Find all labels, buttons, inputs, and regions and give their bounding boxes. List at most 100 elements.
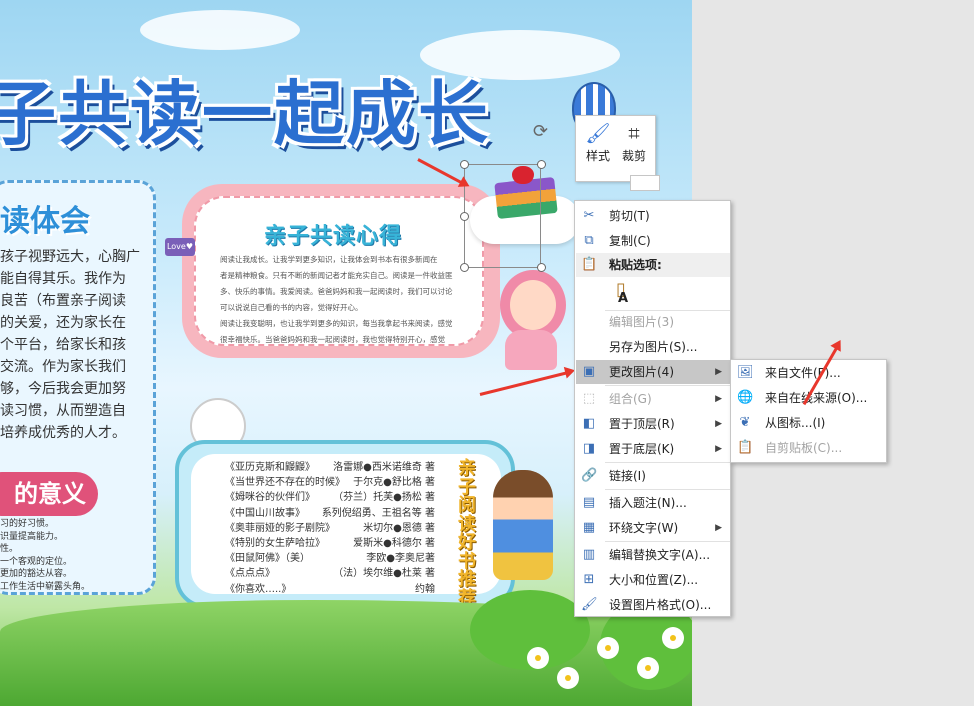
style-button[interactable]: 🖌 样式: [580, 120, 616, 178]
text-line: 者是精神粮食。只有不断的新闻记者才能充实自己。阅读是一件收益匪: [220, 271, 453, 280]
wrap-text-icon: ▦: [582, 520, 596, 535]
menu-item-insert-caption[interactable]: ▤ 插入题注(N)...: [576, 491, 730, 515]
text-only-icon: A: [618, 291, 629, 306]
submenu-arrow-icon: ▶: [715, 444, 722, 454]
submenu-item-from-icons[interactable]: ❦ 从图标...(I): [732, 411, 886, 435]
menu-item-size-position[interactable]: ⊞ 大小和位置(Z)...: [576, 568, 730, 592]
menu-item-label: 来自在线来源(O)...: [765, 391, 868, 405]
menu-item-wrap-text[interactable]: ▦ 环绕文字(W) ▶: [576, 516, 730, 540]
flower: [560, 670, 576, 686]
paste-keep-text-only-button[interactable]: ▯ A: [607, 279, 635, 309]
rotate-handle-icon[interactable]: ⟳: [533, 121, 548, 142]
meaning-text: 习的好习惯。 识量提高能力。 性。 一个客观的定位。 更加的豁达从容。 工作生活…: [0, 518, 90, 593]
annotation-arrow: [417, 158, 465, 186]
menu-item-edit-picture[interactable]: 编辑图片(3): [576, 310, 730, 334]
menu-item-change-picture[interactable]: ▣ 更改图片(4) ▶: [576, 360, 730, 384]
online-source-icon: 🌐: [737, 390, 754, 405]
resize-handle-top-right[interactable]: [537, 160, 546, 169]
bring-front-icon: ◧: [582, 416, 596, 431]
flower: [600, 640, 616, 656]
menu-item-label: 链接(I): [609, 469, 646, 483]
menu-item-label: 更改图片(4): [609, 365, 674, 379]
text-line: 工作生活中崭露头角。: [0, 581, 91, 592]
sky-cloud: [140, 10, 300, 50]
book-list: 《亚历克斯和鼹鼹》 洛雷娜●西米诺维奇 著 《当世界还不存在的时候》 于尔克●舒比格…: [225, 460, 435, 597]
resize-handle-bottom-right[interactable]: [537, 263, 546, 272]
text-line: 一个客观的定位。: [0, 556, 73, 567]
left-panel-text: 孩子视野远大，心胸广 能自得其乐。我作为 良苦（布置亲子阅读 的关爱，还为家长在…: [0, 246, 140, 444]
book-author: 约翰: [415, 583, 435, 595]
book-author: 爱斯米●科德尔 著: [353, 538, 435, 550]
text-line: 培养成优秀的人才。: [0, 425, 126, 441]
book-author: （芬兰）托芙●扬松 著: [333, 492, 435, 504]
group-icon: ⬚: [582, 391, 596, 406]
menu-item-cut[interactable]: ✂ 剪切(T): [576, 204, 730, 228]
menu-item-bring-to-front[interactable]: ◧ 置于顶层(R) ▶: [576, 412, 730, 436]
book-title: 《你喜欢…..》: [225, 583, 292, 595]
submenu-arrow-icon: ▶: [715, 523, 722, 533]
layout-options-stub[interactable]: [630, 175, 660, 191]
menu-item-label: 复制(C): [609, 234, 651, 248]
menu-item-format-picture[interactable]: 🖌 设置图片格式(O)...: [576, 593, 730, 617]
from-file-icon: 🖼: [737, 365, 754, 380]
text-line: 可以说说自己看的书的内容，觉得好开心。: [220, 303, 363, 312]
book-title: 《点点点》: [225, 568, 275, 580]
link-icon: 🔗: [581, 468, 598, 483]
text-line: 阅读让我变聪明，也让我学到更多的知识，每当我拿起书来阅读，感觉: [220, 319, 453, 328]
menu-item-link[interactable]: 🔗 链接(I): [576, 464, 730, 488]
text-line: 孩子视野远大，心胸广: [0, 249, 140, 265]
girl-illustration-body: [505, 330, 557, 370]
menu-item-label: 剪切(T): [609, 209, 650, 223]
text-line: 识量提高能力。: [0, 531, 64, 542]
book-row: 《亚历克斯和鼹鼹》 洛雷娜●西米诺维奇 著: [225, 460, 435, 475]
text-line: 更加的豁达从容。: [0, 569, 73, 579]
flower: [665, 630, 681, 646]
paste-icon: 📋: [581, 257, 598, 272]
book-title: 《特别的女生萨哈拉》: [225, 538, 325, 550]
resize-handle-top-left[interactable]: [460, 160, 469, 169]
menu-item-label: 来自文件(F)...: [765, 366, 841, 380]
submenu-item-from-clipboard[interactable]: 📋 自剪贴板(C)...: [732, 436, 886, 460]
text-line: 阅读让我成长。让我学到更多知识，让我体会到书本有很多新闻在: [220, 255, 438, 264]
icons-icon: ❦: [739, 415, 751, 430]
picture-style-icon: 🖌: [585, 121, 611, 145]
menu-item-label: 自剪贴板(C)...: [765, 441, 843, 455]
book-recommend-vertical-title: 亲子阅读好书推荐: [458, 458, 476, 609]
menu-separator: [605, 462, 730, 463]
menu-item-send-to-back[interactable]: ◨ 置于底层(K) ▶: [576, 437, 730, 461]
crop-label: 裁剪: [621, 149, 646, 163]
book-author: 洛雷娜●西米诺维奇 著: [333, 462, 435, 473]
menu-item-save-as-picture[interactable]: 另存为图片(S)...: [576, 335, 730, 359]
menu-item-label: 环绕文字(W): [609, 521, 679, 535]
menu-item-label: 置于顶层(R): [609, 417, 675, 431]
menu-item-label: 置于底层(K): [609, 442, 675, 456]
menu-item-edit-alt-text[interactable]: ▥ 编辑替换文字(A)...: [576, 543, 730, 567]
crop-icon: ⌗: [628, 121, 640, 145]
resize-handle-left[interactable]: [460, 212, 469, 221]
caption-icon: ▤: [582, 495, 596, 510]
resize-handle-bottom-left[interactable]: [460, 263, 469, 272]
picture-selection-box[interactable]: [464, 164, 541, 268]
reading-notes-title: 亲子共读心得: [264, 224, 403, 249]
meaning-title: 的意义: [0, 472, 98, 516]
love-tag: Love♥: [165, 238, 195, 256]
book-author: （法）埃尔维●杜莱 著: [333, 568, 435, 580]
book-row: 《当世界还不存在的时候》 于尔克●舒比格 著: [225, 475, 435, 490]
book-row: 《奥菲丽娅的影子剧院》 米切尔●恩德 著: [225, 521, 435, 536]
scissors-icon: ✂: [583, 208, 595, 223]
menu-item-copy[interactable]: ⧉ 复制(C): [576, 229, 730, 253]
menu-item-label: 插入题注(N)...: [609, 496, 687, 510]
copy-icon: ⧉: [584, 233, 594, 248]
text-line: 习的好习惯。: [0, 519, 55, 529]
text-line: 良苦（布置亲子阅读: [0, 293, 126, 309]
text-line: 读习惯，从而塑造自: [0, 403, 126, 419]
menu-item-group[interactable]: ⬚ 组合(G) ▶: [576, 387, 730, 411]
reading-notes-text: 阅读让我成长。让我学到更多知识，让我体会到书本有很多新闻在 者是精神粮食。只有不…: [220, 252, 474, 348]
book-title: 《姆咪谷的伙伴们》: [225, 492, 315, 504]
menu-separator: [605, 541, 730, 542]
book-row: 《姆咪谷的伙伴们》 （芬兰）托芙●扬松 著: [225, 490, 435, 505]
crop-button[interactable]: ⌗ 裁剪: [616, 120, 652, 178]
text-line: 交流。作为家长我们: [0, 359, 126, 375]
text-line: 的关爱，还为家长在: [0, 315, 126, 331]
submenu-item-from-file[interactable]: 🖼 来自文件(F)...: [732, 361, 886, 385]
